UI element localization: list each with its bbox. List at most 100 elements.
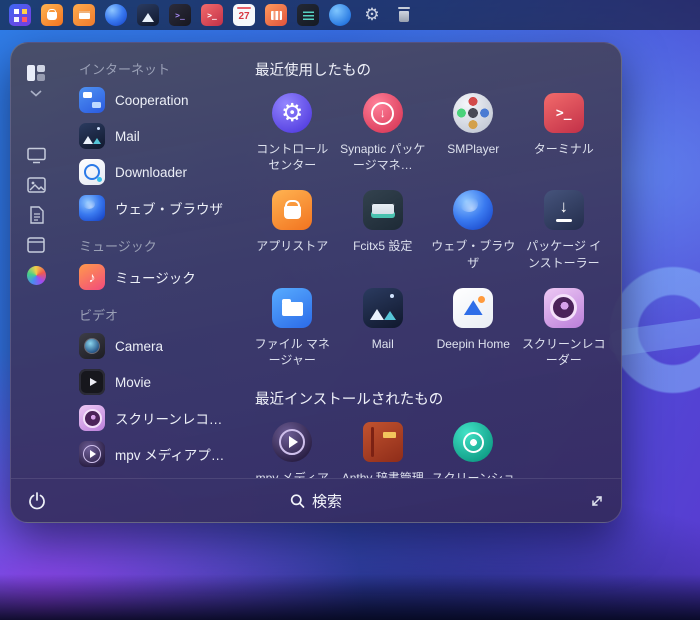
category-windows-icon[interactable]	[27, 237, 45, 253]
screen-recorder-icon	[79, 405, 105, 431]
app-label: Synaptic パッケージマネ…	[340, 142, 426, 173]
screenshot-icon	[453, 422, 494, 463]
calendar-icon[interactable]: 27	[233, 4, 255, 26]
sidebar-item-mpv[interactable]: mpv メディアプレイ…	[71, 436, 241, 472]
deepin-home-icon	[453, 287, 494, 328]
app-mail[interactable]: Mail	[338, 279, 429, 376]
downloader-icon	[79, 159, 105, 185]
sidebar-item-downloader[interactable]: Downloader	[71, 154, 241, 190]
movie-icon	[79, 369, 105, 395]
terminal-icon[interactable]	[169, 4, 191, 26]
app-screen-recorder[interactable]: スクリーンレコーダー	[519, 279, 610, 376]
category-monitor-icon[interactable]	[26, 147, 46, 164]
launcher-bottom-bar: 検索	[11, 478, 621, 522]
app-label: SMPlayer	[447, 142, 500, 156]
browser-icon	[79, 195, 105, 221]
launcher-main: 最近使用したもの コントロール センター Synaptic パッケージマネ… S…	[245, 43, 621, 478]
sidebar-item-label: ミュージック	[115, 271, 196, 286]
sidebar-item-movie[interactable]: Movie	[71, 364, 241, 400]
section-title-recent-installed: 最近インストールされたもの	[255, 392, 444, 409]
browser-icon[interactable]	[105, 4, 127, 26]
terminal-root-icon[interactable]	[201, 4, 223, 26]
mail-icon	[362, 287, 403, 328]
recent-used-grid: コントロール センター Synaptic パッケージマネ… SMPlayer タ…	[247, 84, 609, 376]
launcher-sidebar: インターネット Cooperation Mail Downloader ウェブ・…	[61, 43, 245, 478]
package-box-icon[interactable]	[73, 4, 95, 26]
app-screenshot[interactable]: スクリーンショット	[428, 413, 519, 478]
recent-installed-grid: mpv メディア プレイヤー Anthy 辞書管理 スクリーンショット	[247, 413, 609, 478]
synaptic-icon	[362, 93, 403, 133]
app-web-browser[interactable]: ウェブ・ブラウザ	[428, 181, 519, 278]
app-label: ファイル マネージャー	[254, 336, 330, 367]
expand-icon[interactable]	[589, 493, 605, 509]
app-anthy[interactable]: Anthy 辞書管理	[338, 413, 429, 478]
sidebar-section-internet: インターネット	[79, 62, 171, 77]
app-app-store[interactable]: アプリストア	[247, 181, 338, 278]
mpv-icon	[79, 441, 105, 467]
app-mpv[interactable]: mpv メディア プレイヤー	[247, 413, 338, 478]
mail-icon[interactable]	[137, 4, 159, 26]
app-store-icon	[272, 190, 313, 231]
app-store-icon[interactable]	[41, 4, 63, 26]
taskbar: 27	[0, 0, 700, 30]
sidebar-item-mail[interactable]: Mail	[71, 118, 241, 154]
desktop: 27	[0, 0, 700, 620]
app-label: スクリーンショット	[430, 470, 517, 478]
app-label: Anthy 辞書管理	[342, 470, 424, 478]
control-center-icon[interactable]	[361, 4, 383, 26]
app-label: アプリストア	[256, 239, 329, 254]
sidebar-item-label: Mail	[115, 128, 140, 144]
cooperation-icon	[79, 87, 105, 113]
file-manager-icon	[272, 287, 313, 328]
files-icon[interactable]	[265, 4, 287, 26]
sidebar-item-music[interactable]: ミュージック	[71, 259, 241, 295]
view-grid-icon[interactable]	[26, 63, 46, 83]
app-label: Fcitx5 設定	[353, 239, 413, 254]
fcitx5-icon	[362, 190, 403, 231]
anthy-dictionary-icon	[362, 422, 403, 463]
app-package-installer[interactable]: パッケージ インストーラー	[519, 181, 610, 278]
app-fcitx5-settings[interactable]: Fcitx5 設定	[338, 181, 429, 278]
sidebar-item-label: Downloader	[115, 164, 188, 180]
power-icon[interactable]	[27, 491, 47, 511]
deepin-home-icon[interactable]	[329, 4, 351, 26]
search-button[interactable]: 検索	[290, 490, 342, 511]
sidebar-item-camera[interactable]: Camera	[71, 328, 241, 364]
app-label: Mail	[371, 336, 394, 351]
sidebar-item-screen-recorder[interactable]: スクリーンレコーダー	[71, 400, 241, 436]
screen-recorder-icon	[543, 287, 584, 328]
terminal-icon	[543, 93, 584, 133]
app-deepin-home[interactable]: Deepin Home	[428, 279, 519, 376]
launcher-icon[interactable]	[9, 4, 31, 26]
sidebar-section-video: ビデオ	[79, 308, 119, 323]
sidebar-item-web-browser[interactable]: ウェブ・ブラウザ	[71, 190, 241, 226]
category-globe-icon[interactable]	[26, 266, 46, 285]
app-label: パッケージ インストーラー	[526, 239, 602, 270]
app-synaptic[interactable]: Synaptic パッケージマネ…	[338, 84, 429, 181]
sidebar-section-music: ミュージック	[79, 239, 157, 254]
music-icon	[79, 264, 105, 290]
camera-icon	[79, 333, 105, 359]
app-terminal[interactable]: ターミナル	[519, 84, 610, 181]
app-file-manager[interactable]: ファイル マネージャー	[247, 279, 338, 376]
app-label: mpv メディア プレイヤー	[249, 470, 336, 478]
app-label: ターミナル	[533, 142, 594, 156]
browser-icon	[453, 190, 494, 231]
sidebar-item-label: スクリーンレコーダー	[115, 412, 233, 427]
category-pictures-icon[interactable]	[26, 177, 46, 193]
section-title-recent-used: 最近使用したもの	[255, 63, 371, 79]
trash-icon[interactable]	[393, 4, 415, 26]
sidebar-item-label: ウェブ・ブラウザ	[115, 202, 223, 217]
package-installer-icon	[543, 190, 584, 231]
sidebar-item-label: Cooperation	[115, 92, 189, 108]
mpv-icon	[272, 422, 313, 463]
app-control-center[interactable]: コントロール センター	[247, 84, 338, 181]
sidebar-item-label: mpv メディアプレイ…	[115, 448, 233, 463]
chevron-down-icon[interactable]	[30, 90, 42, 97]
text-editor-icon[interactable]	[297, 4, 319, 26]
search-label: 検索	[311, 493, 343, 510]
category-documents-icon[interactable]	[29, 206, 44, 224]
app-smplayer[interactable]: SMPlayer	[428, 84, 519, 181]
app-label: ウェブ・ブラウザ	[431, 239, 516, 270]
sidebar-item-cooperation[interactable]: Cooperation	[71, 82, 241, 118]
